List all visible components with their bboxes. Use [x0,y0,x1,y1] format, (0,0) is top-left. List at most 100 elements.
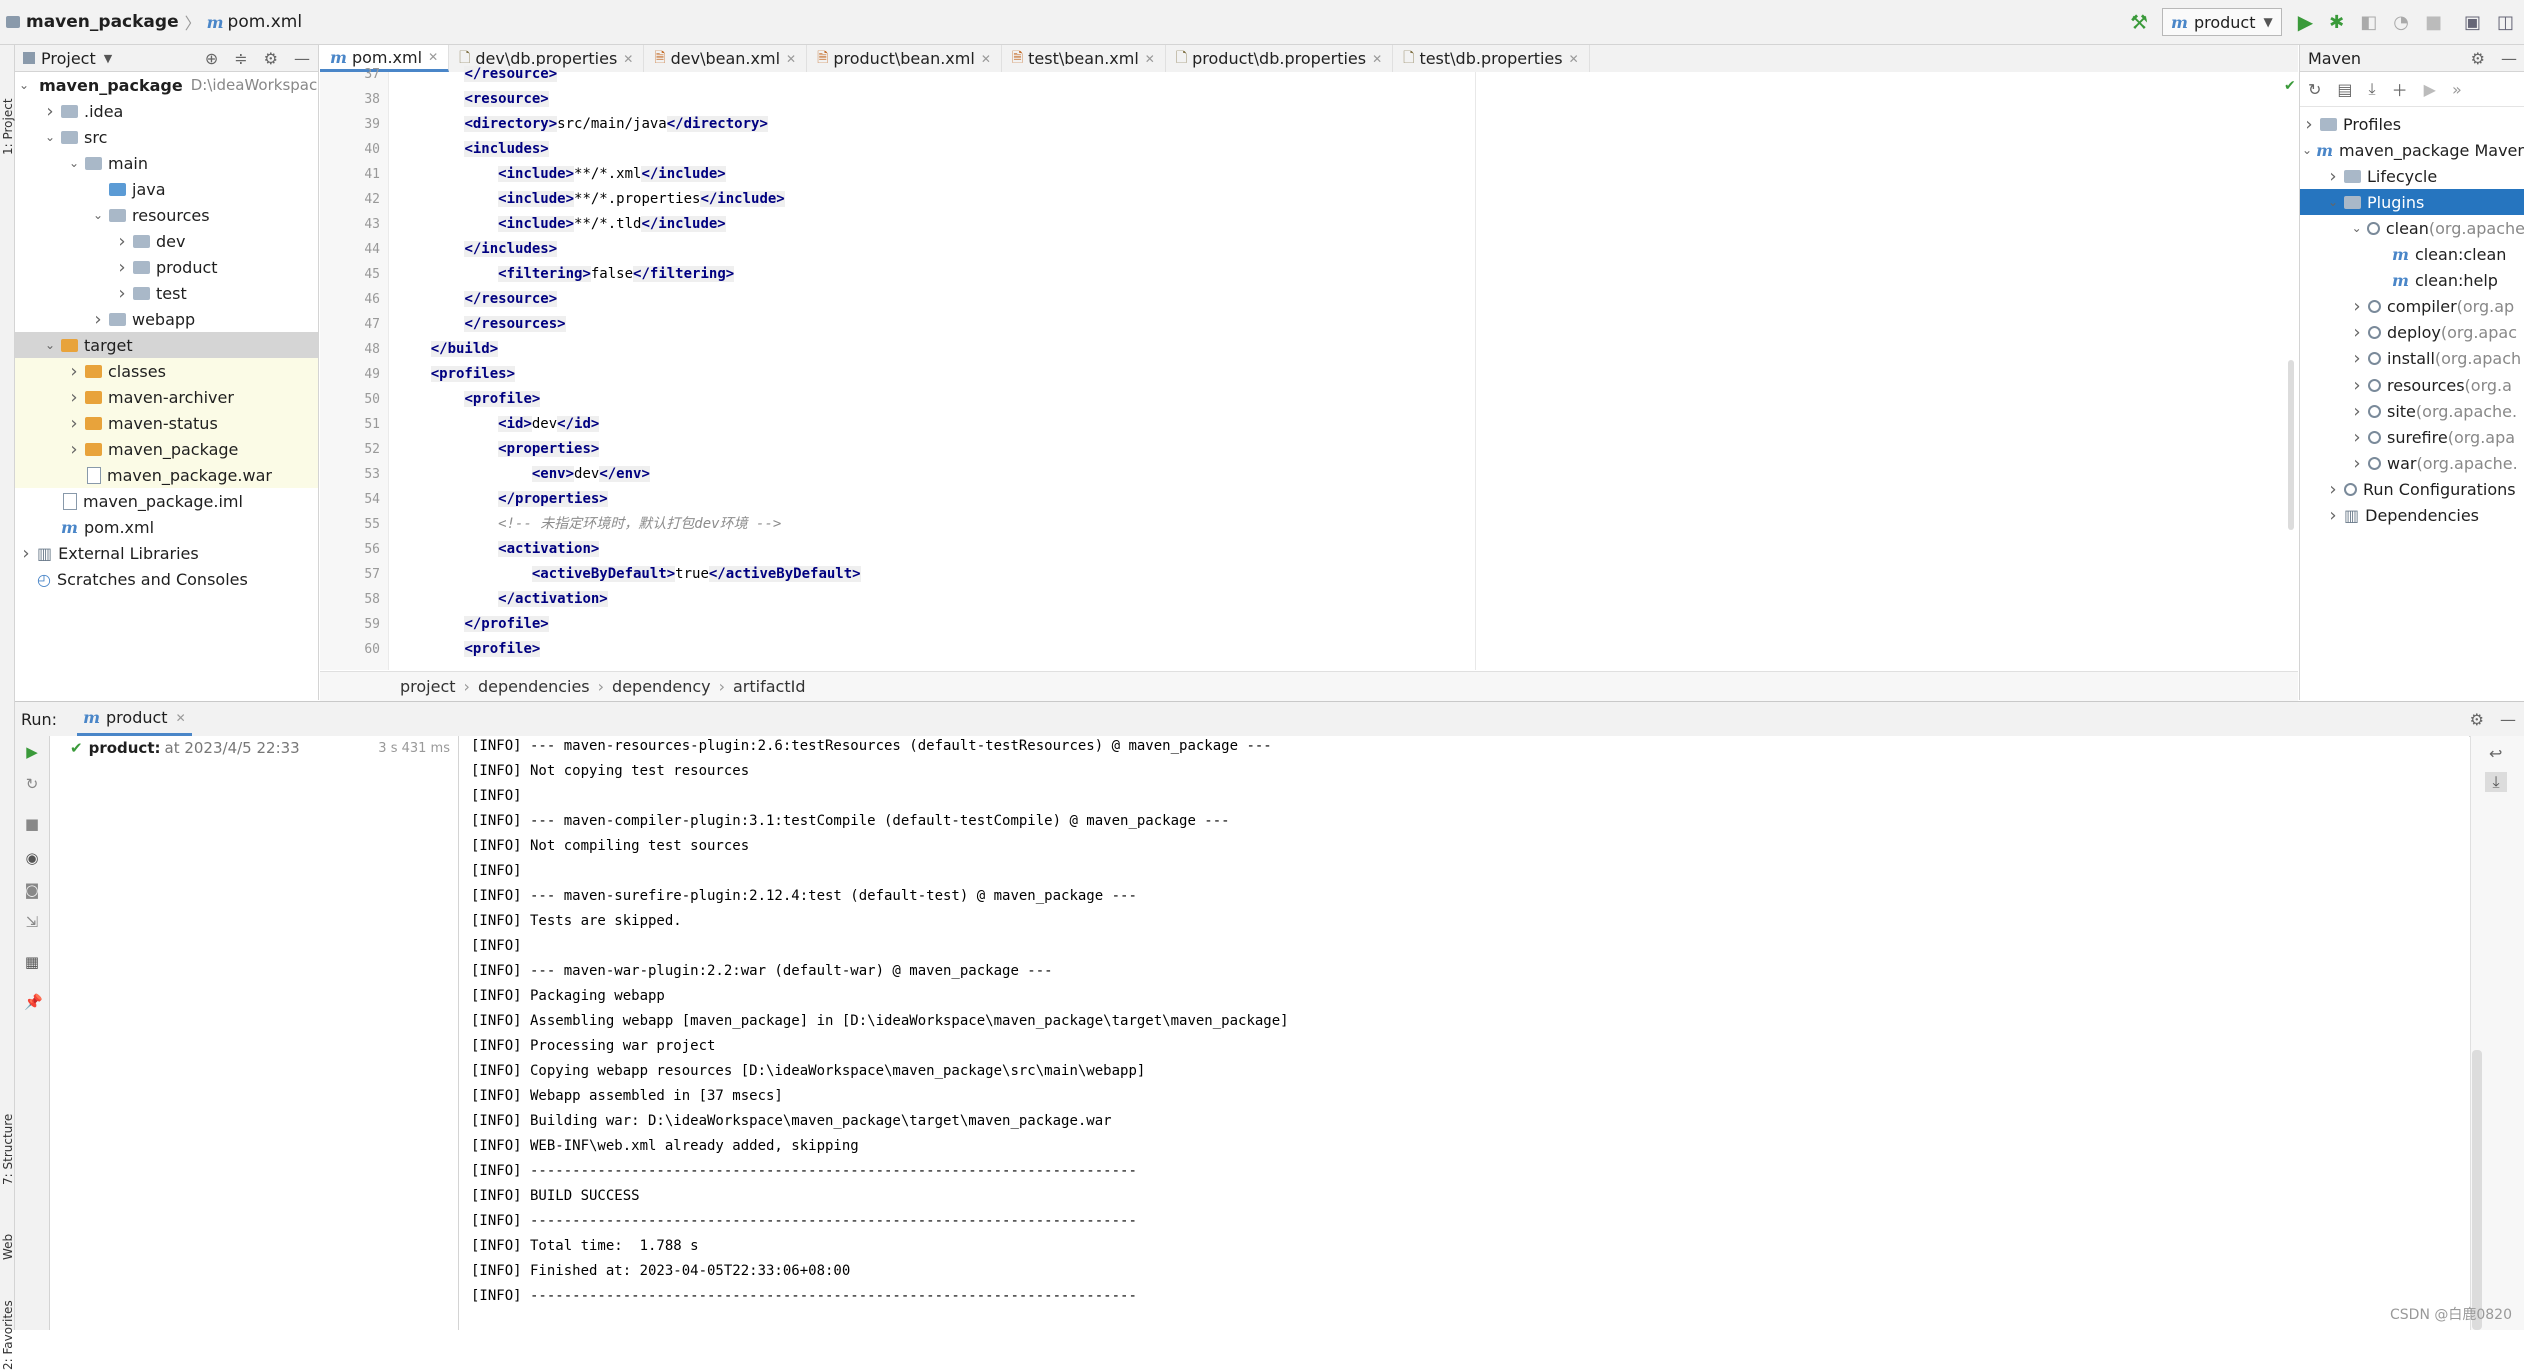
eye-icon[interactable]: ◉ [24,850,40,866]
project-tree-item[interactable]: ⌄ main [15,150,318,176]
chevron-right-icon[interactable]: › [91,309,105,330]
chevron-right-icon[interactable]: › [67,361,81,382]
code-editor[interactable]: </resource> <resource> <directory>src/ma… [389,66,2298,670]
code-line[interactable]: <!-- 未指定环境时，默认打包dev环境 --> [397,512,781,537]
code-line[interactable]: <profile> [397,387,541,412]
code-line[interactable]: <id>dev</id> [397,412,600,437]
gear-icon[interactable]: ⚙ [2470,710,2484,729]
maven-tree-item[interactable]: › ▥ Dependencies [2300,503,2524,529]
project-tree-item[interactable]: maven_package.war [15,462,318,488]
console-output[interactable]: [INFO] --- maven-resources-plugin:2.6:te… [459,736,2469,1330]
chevron-right-icon[interactable]: › [2350,401,2364,422]
more-icon[interactable]: » [2452,80,2462,99]
code-line[interactable]: </resource> [397,62,558,87]
maven-tree-item[interactable]: ⌄ clean (org.apache [2300,215,2524,241]
project-tree-item[interactable]: › maven_package [15,436,318,462]
chevron-right-icon[interactable]: › [2350,296,2364,317]
chevron-right-icon[interactable]: › [2350,427,2364,448]
editor-breadcrumb-item[interactable]: dependencies [478,677,590,696]
close-icon[interactable]: ✕ [786,52,796,66]
maven-tree-item[interactable]: m clean:help [2300,268,2524,294]
download-icon[interactable]: ⤓ [2369,79,2376,99]
code-line[interactable]: <directory>src/main/java</directory> [397,112,768,137]
chevron-down-icon[interactable]: ▼ [104,52,112,65]
chevron-right-icon[interactable]: › [2350,322,2364,343]
project-tree-item[interactable]: › webapp [15,306,318,332]
maven-tree-item[interactable]: m clean:clean [2300,242,2524,268]
chevron-right-icon[interactable]: › [2326,505,2340,526]
code-line[interactable]: </profile> [397,612,549,637]
maven-tree-item[interactable]: ⌄ m maven_package Maven [2300,137,2524,163]
export-icon[interactable]: ⇲ [24,914,40,930]
close-icon[interactable]: ✕ [1569,52,1579,66]
chevron-down-icon[interactable]: ⌄ [43,338,57,352]
maven-tree-item[interactable]: › surefire (org.apa [2300,424,2524,450]
project-tree-item[interactable]: ⌄ resources [15,202,318,228]
project-tree-item[interactable]: › .idea [15,98,318,124]
project-tree-item[interactable]: maven_package.iml [15,488,318,514]
chevron-right-icon[interactable]: › [19,543,33,564]
editor-tab[interactable]: 🗋 product\db.properties ✕ [1166,45,1394,72]
project-tree-item[interactable]: › maven-archiver [15,384,318,410]
minimize-icon[interactable]: — [294,49,310,68]
code-line[interactable]: </build> [397,337,499,362]
project-tree-item[interactable]: ⌄ src [15,124,318,150]
maven-tree-item[interactable]: › site (org.apache. [2300,398,2524,424]
build-hammer-icon[interactable]: ⚒ [2130,10,2148,34]
run-maven-icon[interactable]: ▶ [2424,80,2436,99]
editor-tab[interactable]: 🗎 test\bean.xml ✕ [1002,45,1166,72]
chevron-down-icon[interactable]: ⌄ [2302,143,2312,157]
chevron-right-icon[interactable]: › [115,231,129,252]
chevron-right-icon[interactable]: › [115,257,129,278]
locate-icon[interactable]: ⊕ [205,49,218,68]
maven-tree-item[interactable]: › war (org.apache. [2300,450,2524,476]
chevron-right-icon[interactable]: › [67,439,81,460]
editor-tab[interactable]: 🗎 product\bean.xml ✕ [807,45,1002,72]
chevron-right-icon[interactable]: › [2326,166,2340,187]
project-tree-item[interactable]: › dev [15,228,318,254]
close-icon[interactable]: ✕ [623,52,633,66]
scroll-to-end-icon[interactable]: ⤓ [2485,772,2507,792]
code-line[interactable]: </activation> [397,587,608,612]
maven-tree-item[interactable]: › Lifecycle [2300,163,2524,189]
project-structure-icon[interactable]: ▣ [2464,12,2481,33]
project-tree-item[interactable]: › classes [15,358,318,384]
close-icon[interactable]: ✕ [981,52,991,66]
chevron-right-icon[interactable]: › [2302,114,2316,135]
maven-tree-item[interactable]: › Run Configurations [2300,476,2524,502]
chevron-down-icon[interactable]: ⌄ [67,156,81,170]
chevron-down-icon[interactable]: ⌄ [2350,221,2363,235]
run-result-row[interactable]: ✔ product: at 2023/4/5 22:33 3 s 431 ms [70,736,450,760]
project-tree-item[interactable]: ◴ Scratches and Consoles [15,566,318,592]
code-line[interactable]: </properties> [397,487,608,512]
code-line[interactable]: </resource> [397,287,558,312]
debug-icon[interactable]: ✱ [2329,12,2344,33]
project-tree-item[interactable]: › test [15,280,318,306]
chevron-down-icon[interactable]: ⌄ [91,208,105,222]
breadcrumb-project[interactable]: maven_package [26,12,179,32]
code-line[interactable]: <properties> [397,437,600,462]
maven-tree-item[interactable]: › Profiles [2300,111,2524,137]
code-line[interactable]: <profiles> [397,362,516,387]
pin-icon[interactable]: 📌 [24,994,43,1010]
project-tree-item[interactable]: ⌄ maven_package D:\ideaWorkspace\maven_pac… [15,72,318,98]
editor-breadcrumb-item[interactable]: project [400,677,456,696]
editor-breadcrumb-item[interactable]: artifactId [733,677,805,696]
editor-breadcrumb-item[interactable]: dependency [612,677,711,696]
code-line[interactable]: </resources> [397,312,566,337]
chevron-right-icon[interactable]: › [2350,453,2364,474]
chevron-right-icon[interactable]: › [67,413,81,434]
chevron-down-icon[interactable]: ⌄ [19,78,29,92]
run-tab-product[interactable]: m product ✕ [77,702,192,736]
profile-icon[interactable]: ◔ [2393,12,2409,33]
chevron-right-icon[interactable]: › [67,387,81,408]
collapse-all-icon[interactable]: ≑ [234,49,247,68]
project-tree-item[interactable]: java [15,176,318,202]
coverage-icon[interactable]: ◧ [2360,12,2377,33]
project-tree-item[interactable]: › maven-status [15,410,318,436]
code-line[interactable]: <includes> [397,137,549,162]
project-tree-item[interactable]: › product [15,254,318,280]
stop-icon[interactable]: ■ [24,816,40,832]
gear-icon[interactable]: ⚙ [2471,49,2485,68]
code-line[interactable]: <filtering>false</filtering> [397,262,735,287]
